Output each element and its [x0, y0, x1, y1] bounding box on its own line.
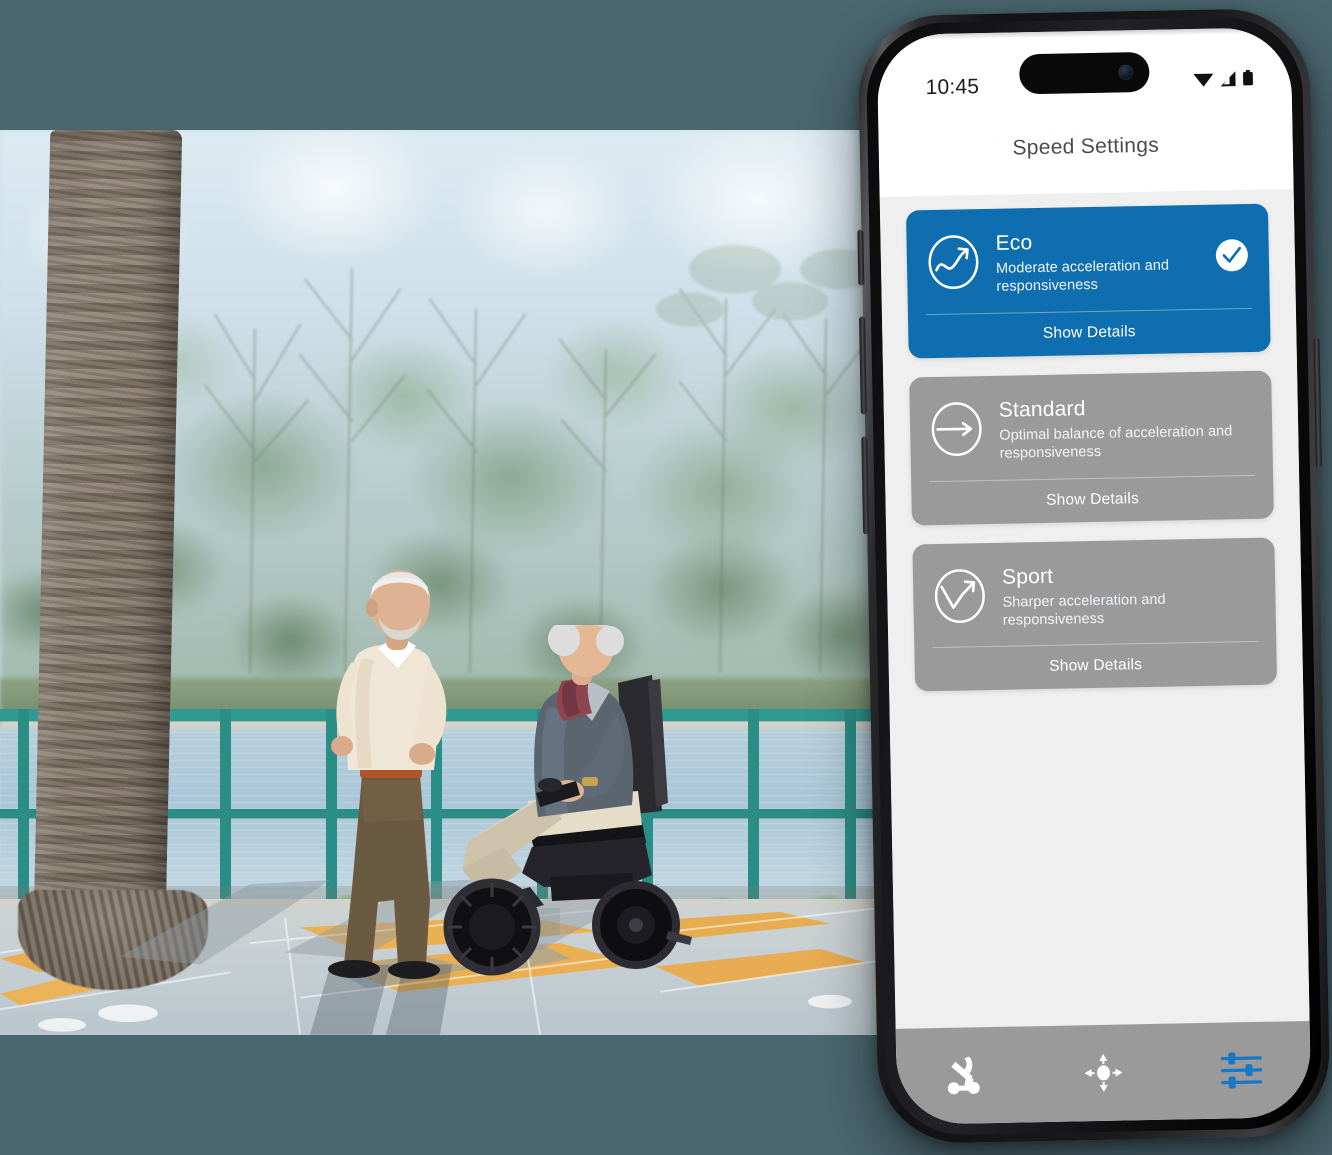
straight-arrow-icon [931, 402, 982, 456]
front-camera-icon [1118, 64, 1134, 80]
card-description: Moderate acceleration and responsiveness [995, 257, 1170, 296]
wave-arrow-icon [928, 235, 979, 290]
speed-mode-card-eco[interactable]: Eco Moderate acceleration and responsive… [905, 203, 1271, 359]
tab-settings[interactable] [1172, 1021, 1312, 1120]
tab-drive[interactable] [1034, 1024, 1174, 1123]
screenshot-stage: 10:45 Speed Settings Eco Moderate accele… [0, 0, 1332, 1155]
nav-bar: Speed Settings [878, 131, 1294, 198]
battery-icon [1242, 69, 1253, 86]
palm-tree-trunk [33, 130, 183, 920]
card-description: Sharper acceleration and responsiveness [1002, 591, 1166, 629]
wheelchair-icon [947, 1056, 980, 1095]
lifestyle-photo [0, 130, 880, 1035]
wifi-icon [1193, 73, 1214, 87]
speed-mode-card-sport[interactable]: Sport Sharper acceleration and responsiv… [912, 537, 1278, 692]
phone-volume-down-button[interactable] [861, 436, 870, 535]
card-title: Sport [1001, 564, 1054, 589]
speed-settings-list: Eco Moderate acceleration and responsive… [879, 189, 1310, 1029]
phone-volume-up-button[interactable] [858, 316, 867, 415]
show-details-button-standard[interactable]: Show Details [911, 475, 1274, 525]
speed-mode-card-standard[interactable]: Standard Optimal balance of acceleration… [909, 370, 1274, 526]
sliders-icon [1220, 1052, 1263, 1089]
card-title: Standard [998, 396, 1086, 422]
phone-mockup: 10:45 Speed Settings Eco Moderate accele… [857, 7, 1331, 1145]
dynamic-island [1018, 51, 1150, 95]
cellular-signal-icon [1220, 70, 1236, 86]
phone-screen: 10:45 Speed Settings Eco Moderate accele… [876, 27, 1312, 1125]
bottom-tab-bar [895, 1020, 1312, 1125]
status-bar: 10:45 [876, 27, 1293, 140]
status-time: 10:45 [925, 75, 980, 100]
phone-action-button[interactable] [857, 229, 865, 286]
zigzag-arrow-icon [934, 568, 985, 623]
card-title: Eco [995, 231, 1033, 255]
show-details-button-sport[interactable]: Show Details [914, 642, 1277, 692]
show-details-button-eco[interactable]: Show Details [908, 308, 1271, 358]
woman-in-powerchair [443, 625, 692, 976]
page-title: Speed Settings [1012, 133, 1160, 160]
tab-chair[interactable] [896, 1026, 1036, 1125]
card-description: Optimal balance of acceleration and resp… [999, 423, 1233, 463]
phone-power-button[interactable] [1313, 337, 1322, 468]
status-icons [1193, 69, 1253, 87]
selected-check-icon [1215, 239, 1248, 272]
joystick-icon [1084, 1053, 1123, 1092]
